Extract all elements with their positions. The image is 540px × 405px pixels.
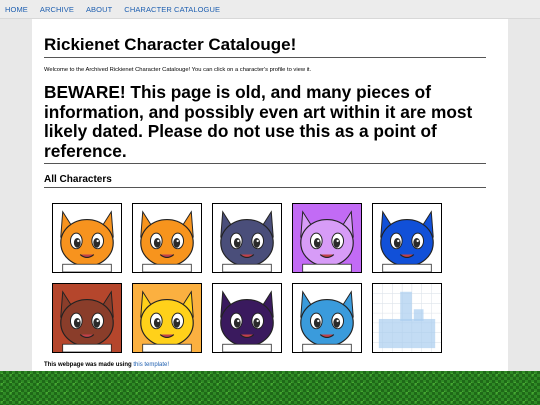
- footer-credit: This webpage was made using this templat…: [44, 362, 169, 368]
- nav-home-link[interactable]: HOME: [5, 5, 28, 14]
- orange-fox-character-portrait[interactable]: [52, 203, 122, 273]
- character-grid: [52, 203, 452, 355]
- nav-archive-link[interactable]: ARCHIVE: [40, 5, 74, 14]
- footer-text: This webpage was made using: [44, 362, 134, 368]
- template-link[interactable]: this template!: [133, 362, 169, 368]
- dark-purple-character-portrait[interactable]: [212, 283, 282, 353]
- nav-character-catalogue-link[interactable]: CHARACTER CATALOGUE: [124, 5, 220, 14]
- yellow-character-portrait[interactable]: [132, 283, 202, 353]
- top-navbar: HOME ARCHIVE ABOUT CHARACTER CATALOGUE: [0, 0, 540, 19]
- purple-pink-character-portrait[interactable]: [292, 203, 362, 273]
- placeholder-grid-portrait[interactable]: [372, 283, 442, 353]
- intro-text: Welcome to the Archived Rickienet Charac…: [44, 67, 312, 73]
- content-panel: Rickienet Character Catalouge! Welcome t…: [32, 19, 508, 371]
- blue-shadow-character-portrait[interactable]: [372, 203, 442, 273]
- brown-d-character-portrait[interactable]: [52, 283, 122, 353]
- orange-bow-character-portrait[interactable]: [132, 203, 202, 273]
- section-heading-all-characters: All Characters: [44, 173, 486, 188]
- light-blue-character-portrait[interactable]: [292, 283, 362, 353]
- warning-heading: BEWARE! This page is old, and many piece…: [44, 82, 486, 164]
- navy-collar-character-portrait[interactable]: [212, 203, 282, 273]
- nav-about-link[interactable]: ABOUT: [86, 5, 112, 14]
- page-title: Rickienet Character Catalouge!: [44, 35, 486, 58]
- grass-strip: [0, 371, 540, 405]
